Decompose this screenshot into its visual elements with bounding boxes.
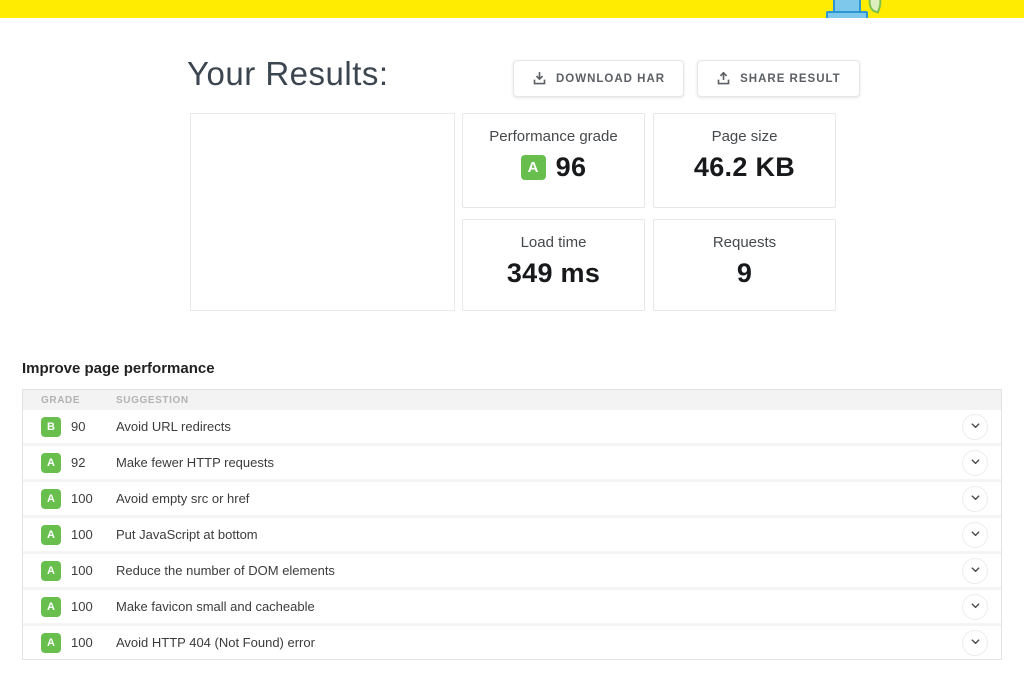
load-time-card: Load time 349 ms [462, 219, 645, 311]
requests-value: 9 [737, 258, 752, 289]
chevron-down-icon [970, 634, 981, 652]
share-result-button[interactable]: SHARE RESULT [697, 60, 860, 97]
performance-grade-card: Performance grade A 96 [462, 113, 645, 208]
performance-grade-label: Performance grade [489, 128, 617, 145]
top-banner [0, 0, 1024, 18]
chevron-down-icon [970, 598, 981, 616]
grade-letter-badge: A [521, 155, 546, 180]
suggestion-row[interactable]: A 100 Put JavaScript at bottom [23, 518, 1001, 554]
suggestions-table-header: GRADE SUGGESTION [23, 390, 1001, 410]
suggestion-row[interactable]: A 92 Make fewer HTTP requests [23, 446, 1001, 482]
load-time-value: 349 ms [507, 258, 600, 289]
suggestion-column-header: SUGGESTION [116, 395, 189, 406]
page-size-value: 46.2 KB [694, 152, 795, 183]
suggestion-row[interactable]: B 90 Avoid URL redirects [23, 410, 1001, 446]
row-suggestion-text: Reduce the number of DOM elements [116, 563, 335, 578]
suggestion-row[interactable]: A 100 Avoid HTTP 404 (Not Found) error [23, 626, 1001, 659]
row-grade-badge: A [41, 597, 61, 617]
requests-label: Requests [713, 234, 776, 251]
grade-column-header: GRADE [41, 395, 116, 406]
performance-grade-value: A 96 [521, 152, 587, 183]
row-grade-score: 100 [71, 599, 106, 614]
row-grade-score: 100 [71, 635, 106, 650]
page-size-label: Page size [712, 128, 778, 145]
share-icon [716, 71, 731, 86]
chevron-down-icon [970, 526, 981, 544]
row-grade-score: 100 [71, 491, 106, 506]
requests-card: Requests 9 [653, 219, 836, 311]
row-grade-badge: B [41, 417, 61, 437]
expand-row-button[interactable] [962, 450, 988, 476]
pedestal-base-illustration [826, 11, 868, 18]
chevron-down-icon [970, 454, 981, 472]
suggestion-row[interactable]: A 100 Avoid empty src or href [23, 482, 1001, 518]
row-suggestion-text: Avoid URL redirects [116, 419, 231, 434]
suggestions-table: GRADE SUGGESTION B 90 Avoid URL redirect… [22, 389, 1002, 660]
page-screenshot-placeholder [190, 113, 455, 311]
download-har-label: DOWNLOAD HAR [556, 73, 665, 85]
page-size-card: Page size 46.2 KB [653, 113, 836, 208]
suggestion-row[interactable]: A 100 Reduce the number of DOM elements [23, 554, 1001, 590]
row-suggestion-text: Avoid HTTP 404 (Not Found) error [116, 635, 315, 650]
row-suggestion-text: Make favicon small and cacheable [116, 599, 315, 614]
chevron-down-icon [970, 562, 981, 580]
row-grade-badge: A [41, 525, 61, 545]
row-grade-badge: A [41, 561, 61, 581]
chevron-down-icon [970, 490, 981, 508]
row-grade-badge: A [41, 453, 61, 473]
performance-grade-number: 96 [556, 152, 587, 183]
expand-row-button[interactable] [962, 558, 988, 584]
suggestion-row[interactable]: A 100 Make favicon small and cacheable [23, 590, 1001, 626]
row-grade-score: 100 [71, 527, 106, 542]
row-grade-badge: A [41, 633, 61, 653]
header-buttons: DOWNLOAD HAR SHARE RESULT [513, 60, 833, 97]
metrics-grid: Performance grade A 96 Page size 46.2 KB… [462, 113, 836, 311]
row-suggestion-text: Put JavaScript at bottom [116, 527, 258, 542]
row-suggestion-text: Make fewer HTTP requests [116, 455, 274, 470]
improve-section-title: Improve page performance [22, 360, 215, 377]
leaf-illustration [865, 0, 884, 14]
download-har-button[interactable]: DOWNLOAD HAR [513, 60, 684, 97]
share-result-label: SHARE RESULT [740, 73, 841, 85]
row-grade-score: 90 [71, 419, 106, 434]
expand-row-button[interactable] [962, 522, 988, 548]
expand-row-button[interactable] [962, 594, 988, 620]
row-grade-score: 92 [71, 455, 106, 470]
chevron-down-icon [970, 418, 981, 436]
row-grade-score: 100 [71, 563, 106, 578]
expand-row-button[interactable] [962, 486, 988, 512]
download-icon [532, 71, 547, 86]
expand-row-button[interactable] [962, 630, 988, 656]
expand-row-button[interactable] [962, 414, 988, 440]
row-suggestion-text: Avoid empty src or href [116, 491, 249, 506]
suggestions-body: B 90 Avoid URL redirects A 92 Make fewer… [23, 410, 1001, 659]
page-title: Your Results: [187, 55, 389, 93]
row-grade-badge: A [41, 489, 61, 509]
load-time-label: Load time [521, 234, 587, 251]
